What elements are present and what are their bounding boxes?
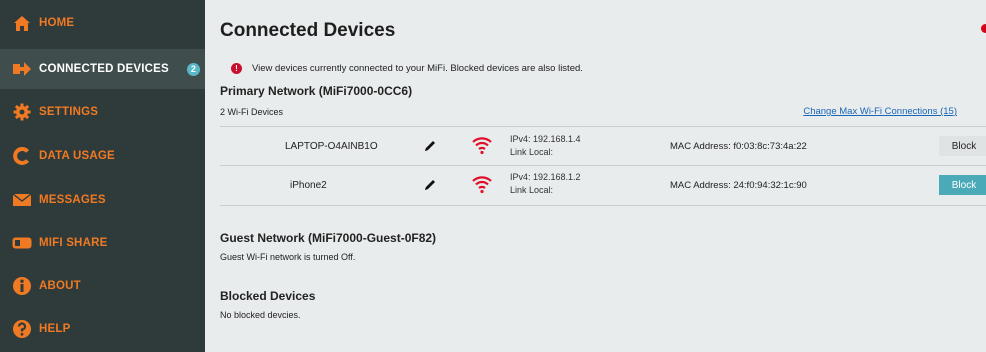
gear-icon bbox=[12, 102, 32, 122]
help-icon bbox=[12, 319, 32, 339]
connected-devices-icon bbox=[12, 59, 32, 79]
device-row: LAPTOP-O4AINB1O IPv4: 192.168.1.4 Link L… bbox=[220, 127, 986, 167]
block-button[interactable]: Block bbox=[939, 136, 986, 156]
ipv4-address: IPv4: 192.168.1.4 bbox=[510, 134, 581, 144]
sidebar-item-connected-devices[interactable]: CONNECTED DEVICES 2 bbox=[0, 49, 205, 89]
primary-network-title: Primary Network (MiFi7000-0CC6) bbox=[220, 84, 413, 98]
sidebar-item-mifi-share[interactable]: MIFI SHARE bbox=[0, 223, 205, 263]
block-button[interactable]: Block bbox=[939, 175, 986, 195]
sidebar: HOME CONNECTED DEVICES 2 SETTINGS DATA U… bbox=[0, 0, 205, 352]
sidebar-item-home[interactable]: HOME bbox=[0, 3, 205, 43]
guest-network-status: Guest Wi-Fi network is turned Off. bbox=[220, 252, 356, 262]
device-name: LAPTOP-O4AINB1O bbox=[285, 141, 378, 152]
sidebar-item-messages[interactable]: MESSAGES bbox=[0, 180, 205, 220]
sidebar-item-help[interactable]: HELP bbox=[0, 309, 205, 349]
page-title: Connected Devices bbox=[220, 20, 396, 41]
divider bbox=[220, 205, 986, 206]
main-content: Connected Devices ! View devices current… bbox=[205, 0, 986, 352]
device-row: iPhone2 IPv4: 192.168.1.2 Link Local: MA… bbox=[220, 166, 986, 206]
sidebar-item-data-usage[interactable]: DATA USAGE bbox=[0, 136, 205, 176]
wifi-signal-icon bbox=[472, 176, 492, 194]
wifi-signal-icon bbox=[472, 137, 492, 155]
guest-network-title: Guest Network (MiFi7000-Guest-0F82) bbox=[220, 231, 437, 245]
sidebar-item-about[interactable]: ABOUT bbox=[0, 266, 205, 306]
sidebar-item-label: HOME bbox=[39, 17, 75, 29]
status-dot bbox=[981, 24, 986, 33]
pencil-icon[interactable] bbox=[423, 178, 437, 192]
mac-address: MAC Address: 24:f0:94:32:1c:90 bbox=[670, 180, 807, 191]
pencil-icon[interactable] bbox=[423, 139, 437, 153]
info-text: View devices currently connected to your… bbox=[252, 63, 583, 74]
link-local-address: Link Local: bbox=[510, 185, 554, 195]
info-banner: ! View devices currently connected to yo… bbox=[231, 63, 583, 74]
sidebar-item-label: MESSAGES bbox=[39, 194, 106, 206]
blocked-devices-title: Blocked Devices bbox=[220, 289, 316, 303]
home-icon bbox=[12, 13, 32, 33]
envelope-icon bbox=[12, 190, 32, 210]
sidebar-item-label: CONNECTED DEVICES bbox=[39, 63, 169, 75]
mifi-share-icon bbox=[12, 233, 32, 253]
ipv4-address: IPv4: 192.168.1.2 bbox=[510, 172, 581, 182]
device-name: iPhone2 bbox=[290, 180, 327, 191]
sidebar-item-label: MIFI SHARE bbox=[39, 237, 108, 249]
link-local-address: Link Local: bbox=[510, 147, 554, 157]
data-usage-icon bbox=[12, 146, 32, 166]
change-max-connections-link[interactable]: Change Max Wi-Fi Connections (15) bbox=[803, 106, 957, 117]
alert-icon: ! bbox=[231, 63, 242, 74]
count-badge: 2 bbox=[186, 62, 200, 76]
mac-address: MAC Address: f0:03:8c:73:4a:22 bbox=[670, 141, 807, 152]
device-count: 2 Wi-Fi Devices bbox=[220, 107, 284, 117]
sidebar-item-label: HELP bbox=[39, 323, 71, 335]
blocked-devices-status: No blocked devcies. bbox=[220, 310, 301, 320]
sidebar-item-label: SETTINGS bbox=[39, 106, 99, 118]
sidebar-item-label: ABOUT bbox=[39, 280, 81, 292]
sidebar-item-label: DATA USAGE bbox=[39, 150, 115, 162]
sidebar-item-settings[interactable]: SETTINGS bbox=[0, 92, 205, 132]
info-icon bbox=[12, 276, 32, 296]
